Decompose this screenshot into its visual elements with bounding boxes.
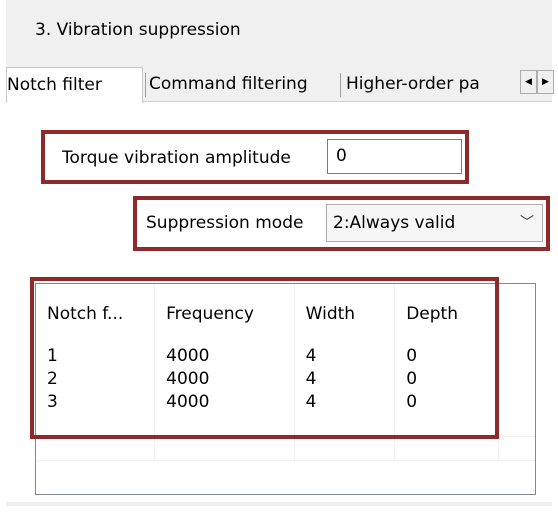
table-row-empty <box>36 413 535 437</box>
tab-divider <box>145 73 146 97</box>
vibration-suppression-panel: 3. Vibration suppression Notch filter Co… <box>6 0 554 506</box>
table-cell-empty <box>294 413 396 437</box>
table-cell-empty <box>498 413 535 437</box>
torque-amplitude-input[interactable]: 0 <box>327 139 462 174</box>
table-cell-empty <box>36 436 156 461</box>
table-cell-empty <box>154 436 295 461</box>
table-cell[interactable]: 4000 <box>154 390 295 413</box>
table-cell[interactable]: 4 <box>294 390 396 413</box>
column-header-notch[interactable]: Notch f... <box>36 284 156 344</box>
table-cell-empty <box>394 413 499 437</box>
table-cell[interactable]: 4000 <box>154 344 295 367</box>
column-header-depth[interactable]: Depth <box>394 284 499 344</box>
table-cell[interactable]: 2 <box>36 367 156 390</box>
table-cell-empty <box>394 436 499 461</box>
tab-command-filtering[interactable]: Command filtering <box>149 67 334 101</box>
table-row-empty <box>36 436 535 461</box>
tab-scroll-right-button[interactable]: ▶ <box>537 70 554 94</box>
table-cell[interactable]: 0 <box>394 367 499 390</box>
column-header-frequency[interactable]: Frequency <box>154 284 295 344</box>
arrow-right-icon: ▶ <box>542 77 549 87</box>
tab-higher-order-label: Higher-order pa <box>346 74 480 94</box>
table-cell[interactable]: 4000 <box>154 367 295 390</box>
tab-divider <box>340 73 341 97</box>
table-cell-empty <box>154 413 295 437</box>
tab-higher-order[interactable]: Higher-order pa <box>346 67 518 101</box>
table-cell-filler <box>498 390 535 413</box>
suppression-mode-value: 2:Always valid <box>333 213 456 233</box>
tab-notch-filter-label: Notch filter <box>7 75 102 95</box>
table-cell-filler <box>498 344 535 367</box>
tab-scroll-left-button[interactable]: ◀ <box>520 70 537 94</box>
table-row[interactable]: 2 4000 4 0 <box>36 367 535 390</box>
arrow-left-icon: ◀ <box>525 77 532 87</box>
suppression-mode-select[interactable]: 2:Always valid ﹀ <box>326 204 543 242</box>
tab-command-filtering-label: Command filtering <box>149 74 308 94</box>
notch-filter-table[interactable]: Notch f... Frequency Width Depth 1 4000 … <box>35 283 536 495</box>
table-cell-empty <box>294 436 396 461</box>
table-cell-empty <box>498 436 535 461</box>
table-cell[interactable]: 3 <box>36 390 156 413</box>
table-cell-filler <box>498 367 535 390</box>
table-cell[interactable]: 4 <box>294 367 396 390</box>
table-row[interactable]: 3 4000 4 0 <box>36 390 535 413</box>
column-header-width[interactable]: Width <box>294 284 396 344</box>
table-cell-empty <box>36 413 156 437</box>
table-header-row: Notch f... Frequency Width Depth <box>36 284 535 344</box>
table-cell[interactable]: 1 <box>36 344 156 367</box>
section-title: 3. Vibration suppression <box>35 20 241 40</box>
table-cell[interactable]: 0 <box>394 344 499 367</box>
table-cell[interactable]: 4 <box>294 344 396 367</box>
torque-amplitude-label: Torque vibration amplitude <box>62 148 291 168</box>
tab-notch-filter[interactable]: Notch filter <box>6 67 143 103</box>
table-row[interactable]: 1 4000 4 0 <box>36 344 535 367</box>
column-header-filler <box>498 284 535 344</box>
table-cell[interactable]: 0 <box>394 390 499 413</box>
suppression-mode-label: Suppression mode <box>146 213 304 233</box>
chevron-down-icon: ﹀ <box>520 215 534 231</box>
